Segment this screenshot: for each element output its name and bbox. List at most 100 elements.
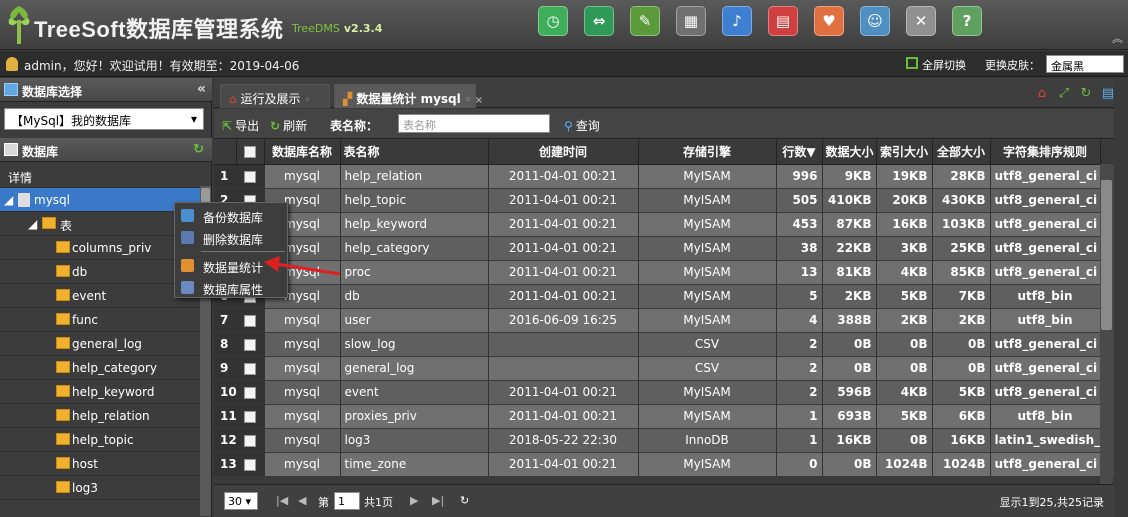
table-row[interactable]: 3mysqlhelp_keyword2011-04-01 00:21MyISAM… <box>214 212 1114 237</box>
table-cell: 0B <box>876 332 933 357</box>
fullscreen-toggle[interactable]: 全屏切换 <box>922 57 966 73</box>
table-row[interactable]: 4mysqlhelp_category2011-04-01 00:21MyISA… <box>214 236 1114 261</box>
refresh-tree-icon[interactable]: ↻ <box>193 142 204 157</box>
menu-item-delete-db[interactable]: 删除数据库 <box>175 227 287 249</box>
menu-item-backup-db[interactable]: 备份数据库 <box>175 205 287 227</box>
checkbox[interactable] <box>244 314 256 327</box>
tree-item-table[interactable]: event <box>0 284 200 308</box>
tree-item-table[interactable]: log3 <box>0 476 200 500</box>
row-checkbox-cell[interactable] <box>236 428 265 453</box>
row-checkbox-cell[interactable] <box>236 404 265 429</box>
first-page-icon[interactable]: |◀ <box>276 494 288 507</box>
menu-item-db-properties[interactable]: 数据库属性 <box>175 277 287 299</box>
query-button[interactable]: ⚲ 查询 <box>564 117 600 134</box>
tree-item-table[interactable]: db <box>0 260 200 284</box>
table-row[interactable]: 1 mysql help_relation 2011-04-01 00:21 MyISA… <box>214 164 1114 189</box>
table-cell: MyISAM <box>638 404 777 429</box>
user-icon[interactable]: ☺ <box>860 6 890 36</box>
next-page-icon[interactable]: ▶ <box>410 494 418 507</box>
tree-item-table[interactable]: host <box>0 452 200 476</box>
table-row[interactable]: 2 mysql help_topic 2011-04-01 00:21 MyISAM 50… <box>214 188 1114 213</box>
col-header[interactable]: 行数▼ <box>776 140 823 165</box>
table-icon[interactable]: ▦ <box>676 6 706 36</box>
home-icon[interactable]: ⌂ <box>1034 86 1050 102</box>
table-row[interactable]: 6mysqldb2011-04-01 00:21MyISAM52KB5KB7KB… <box>214 284 1114 309</box>
table-row[interactable]: 5mysqlproc2011-04-01 00:21MyISAM1381KB4K… <box>214 260 1114 285</box>
table-row[interactable]: 10 mysql event 2011-04-01 00:21 MyISAM 2 596B 4… <box>214 380 1114 405</box>
prev-page-icon[interactable]: ◀ <box>298 494 306 507</box>
row-checkbox-cell[interactable] <box>236 452 265 477</box>
checkbox[interactable] <box>244 410 256 423</box>
db-select-title: 数据库选择 <box>22 85 83 99</box>
table-row[interactable]: 11 mysql proxies_priv 2011-04-01 00:21 MyISA… <box>214 404 1114 429</box>
tree-item-tables[interactable]: ◢ 表 <box>0 212 200 236</box>
col-header[interactable]: 数据大小 <box>822 140 877 165</box>
page-number-input[interactable]: 1 <box>334 492 360 510</box>
tree-item-table[interactable]: help_keyword <box>0 380 200 404</box>
checkbox[interactable] <box>244 362 256 375</box>
tree-item-table[interactable]: func <box>0 308 200 332</box>
tree-item-details[interactable]: 详情 <box>0 164 200 188</box>
col-header[interactable]: 字符集排序规则 <box>990 140 1101 165</box>
page-size-select[interactable]: 30 ▾ <box>224 492 258 510</box>
row-checkbox-cell[interactable] <box>236 380 265 405</box>
tree-item-table[interactable]: help_category <box>0 356 200 380</box>
expand-icon[interactable]: ◢ <box>28 217 37 231</box>
reload-icon[interactable]: ↻ <box>460 494 469 507</box>
col-header[interactable]: 全部大小 <box>932 140 991 165</box>
table-cell: 38 <box>776 236 823 261</box>
scrollbar-thumb[interactable] <box>1101 180 1112 330</box>
heart-icon[interactable]: ♥ <box>814 6 844 36</box>
tree-item-table[interactable]: general_log <box>0 332 200 356</box>
checkbox[interactable] <box>244 338 256 351</box>
col-header[interactable]: 创建时间 <box>488 140 639 165</box>
tab-close-icon[interactable]: ◦ × <box>465 95 483 106</box>
tree-item-table[interactable]: columns_priv <box>0 236 200 260</box>
col-header[interactable]: 存储引擎 <box>638 140 777 165</box>
collapse-top-icon[interactable]: ︽ <box>1112 30 1123 46</box>
table-name-input[interactable]: 表名称 <box>398 114 550 133</box>
expand-icon[interactable]: ⤢ <box>1056 86 1072 102</box>
table-row[interactable]: 7 mysql user 2016-06-09 16:25 MyISAM 4 388B 2KB… <box>214 308 1114 333</box>
fullscreen-icon[interactable] <box>906 57 918 69</box>
checkbox[interactable] <box>244 170 256 183</box>
database-dropdown[interactable]: 【MySql】我的数据库 ▾ <box>4 108 204 130</box>
chart-icon[interactable]: ✎ <box>630 6 660 36</box>
tab-close-icon[interactable]: ◦ <box>304 95 310 106</box>
table-row[interactable]: 12 mysql log3 2018-05-22 22:30 InnoDB 1 16KB 0B… <box>214 428 1114 453</box>
clock-icon[interactable]: ◷ <box>538 6 568 36</box>
row-checkbox-cell[interactable] <box>236 308 265 333</box>
table-row[interactable]: 13 mysql time_zone 2011-04-01 00:21 MyISAM 0 0… <box>214 452 1114 477</box>
refresh-icon[interactable]: ↻ <box>1078 86 1094 102</box>
tools-icon[interactable]: ✕ <box>906 6 936 36</box>
table-row[interactable]: 9 mysql general_log CSV 2 0B 0B 0B utf8_general_… <box>214 356 1114 381</box>
collapse-left-icon[interactable]: « <box>197 81 206 97</box>
checkbox[interactable] <box>244 386 256 399</box>
row-checkbox-cell[interactable] <box>236 356 265 381</box>
tree-item-table[interactable]: help_topic <box>0 428 200 452</box>
last-page-icon[interactable]: ▶| <box>432 494 444 507</box>
music-icon[interactable]: ♪ <box>722 6 752 36</box>
table-row[interactable]: 8 mysql slow_log CSV 2 0B 0B 0B utf8_general_ci <box>214 332 1114 357</box>
tree-item-mysql[interactable]: ◢ mysql <box>0 188 200 212</box>
checkbox[interactable] <box>244 146 256 159</box>
select-all-checkbox[interactable] <box>236 140 265 165</box>
export-button[interactable]: ⇱ 导出 <box>222 117 259 134</box>
log-icon[interactable]: ▤ <box>768 6 798 36</box>
col-header[interactable]: 索引大小 <box>876 140 933 165</box>
checkbox[interactable] <box>244 458 256 471</box>
grid-scrollbar[interactable] <box>1100 164 1113 484</box>
row-checkbox-cell[interactable] <box>236 332 265 357</box>
col-header[interactable]: 数据库名称 <box>264 140 341 165</box>
tab-run-display[interactable]: ⌂ 运行及展示 ◦ <box>220 84 330 108</box>
tree-item-table[interactable]: help_relation <box>0 404 200 428</box>
skin-select[interactable]: 金属黑 <box>1046 55 1124 73</box>
refresh-button[interactable]: ↻ 刷新 <box>270 117 307 134</box>
col-header[interactable]: 表名称 <box>340 140 489 165</box>
expand-icon[interactable]: ◢ <box>4 193 13 207</box>
arrows-icon[interactable]: ⇔ <box>584 6 614 36</box>
row-checkbox-cell[interactable] <box>236 164 265 189</box>
tab-data-stats[interactable]: ▞ 数据量统计 mysql ◦ × <box>334 84 483 108</box>
checkbox[interactable] <box>244 434 256 447</box>
help-icon[interactable]: ? <box>952 6 982 36</box>
